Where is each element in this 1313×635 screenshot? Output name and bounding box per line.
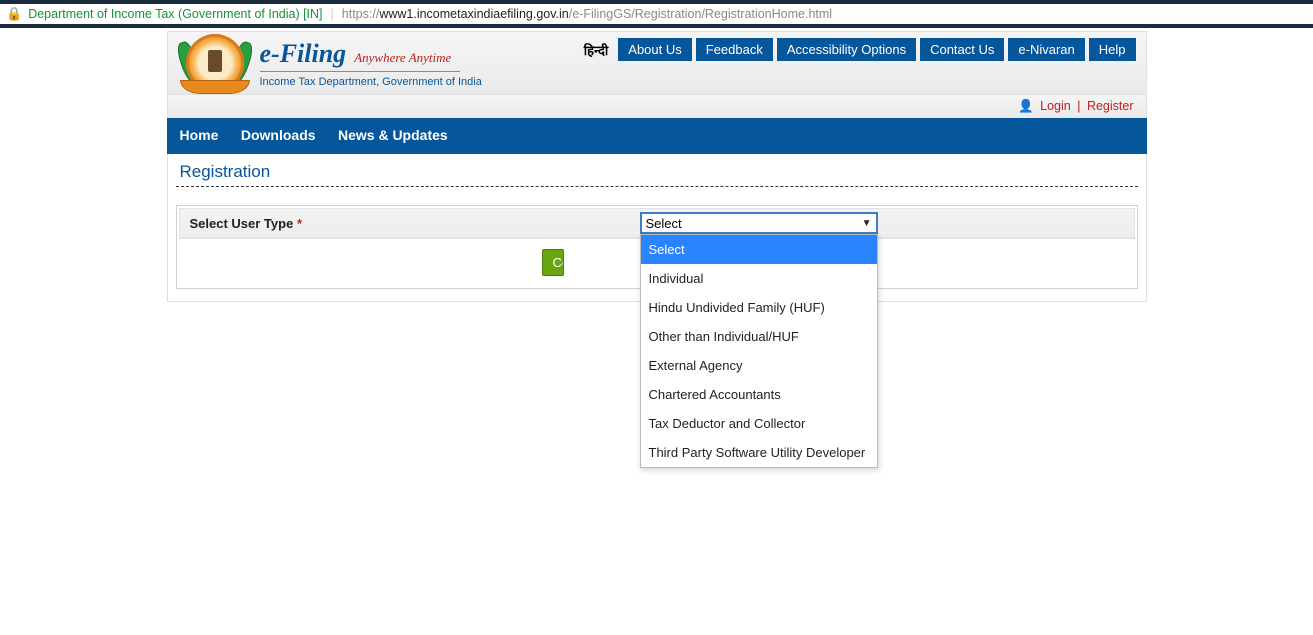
nav-home[interactable]: Home bbox=[180, 127, 219, 143]
lock-icon: 🔒 bbox=[6, 6, 22, 22]
enivaran-button[interactable]: e-Nivaran bbox=[1008, 38, 1084, 61]
main-nav: Home Downloads News & Updates bbox=[167, 118, 1147, 154]
continue-button[interactable]: Continue bbox=[542, 249, 564, 276]
about-us-button[interactable]: About Us bbox=[618, 38, 691, 61]
contact-us-button[interactable]: Contact Us bbox=[920, 38, 1004, 61]
logo: e-Filing Anywhere Anytime Income Tax Dep… bbox=[168, 34, 482, 92]
divider bbox=[176, 186, 1138, 187]
help-button[interactable]: Help bbox=[1089, 38, 1136, 61]
registration-form: Select User Type * Select ▼ Select Indiv… bbox=[176, 205, 1138, 289]
browser-address-bar: 🔒 Department of Income Tax (Government o… bbox=[0, 0, 1313, 28]
nav-news[interactable]: News & Updates bbox=[338, 127, 448, 143]
separator: | bbox=[331, 7, 334, 21]
url-protocol: https:// bbox=[342, 7, 380, 21]
chevron-down-icon: ▼ bbox=[862, 218, 872, 229]
option-chartered-accountants[interactable]: Chartered Accountants bbox=[641, 380, 877, 409]
option-individual[interactable]: Individual bbox=[641, 264, 877, 293]
browser-page-title: Department of Income Tax (Government of … bbox=[28, 7, 322, 21]
option-other[interactable]: Other than Individual/HUF bbox=[641, 322, 877, 351]
option-huf[interactable]: Hindu Undivided Family (HUF) bbox=[641, 293, 877, 322]
nav-downloads[interactable]: Downloads bbox=[241, 127, 316, 143]
accessibility-button[interactable]: Accessibility Options bbox=[777, 38, 916, 61]
user-type-label: Select User Type * bbox=[190, 216, 640, 231]
user-type-dropdown[interactable]: Select Individual Hindu Undivided Family… bbox=[640, 234, 878, 468]
option-third-party-dev[interactable]: Third Party Software Utility Developer bbox=[641, 438, 877, 467]
brand-subtitle: Income Tax Department, Government of Ind… bbox=[260, 76, 482, 88]
user-icon: 👤 bbox=[1018, 99, 1034, 113]
auth-row: 👤 Login | Register bbox=[167, 95, 1147, 118]
page-title: Registration bbox=[176, 160, 1138, 186]
browser-url[interactable]: https://www1.incometaxindiaefiling.gov.i… bbox=[342, 7, 832, 21]
selected-value: Select bbox=[646, 216, 682, 231]
url-host: www1.incometaxindiaefiling.gov.in bbox=[379, 7, 568, 21]
feedback-button[interactable]: Feedback bbox=[696, 38, 773, 61]
option-select[interactable]: Select bbox=[641, 235, 877, 264]
user-type-select[interactable]: Select ▼ bbox=[640, 212, 878, 234]
site-header: e-Filing Anywhere Anytime Income Tax Dep… bbox=[167, 31, 1147, 95]
option-external-agency[interactable]: External Agency bbox=[641, 351, 877, 380]
url-path: /e-FilingGS/Registration/RegistrationHom… bbox=[569, 7, 832, 21]
register-link[interactable]: Register bbox=[1087, 99, 1134, 113]
option-tax-deductor[interactable]: Tax Deductor and Collector bbox=[641, 409, 877, 438]
login-link[interactable]: Login bbox=[1040, 99, 1071, 113]
emblem-icon bbox=[186, 34, 244, 92]
language-hindi-link[interactable]: हिन्दी bbox=[584, 41, 609, 59]
brand-title: e-Filing Anywhere Anytime bbox=[260, 39, 482, 69]
content-area: Registration Select User Type * Select ▼… bbox=[167, 154, 1147, 302]
tagline: Anywhere Anytime bbox=[354, 50, 451, 65]
